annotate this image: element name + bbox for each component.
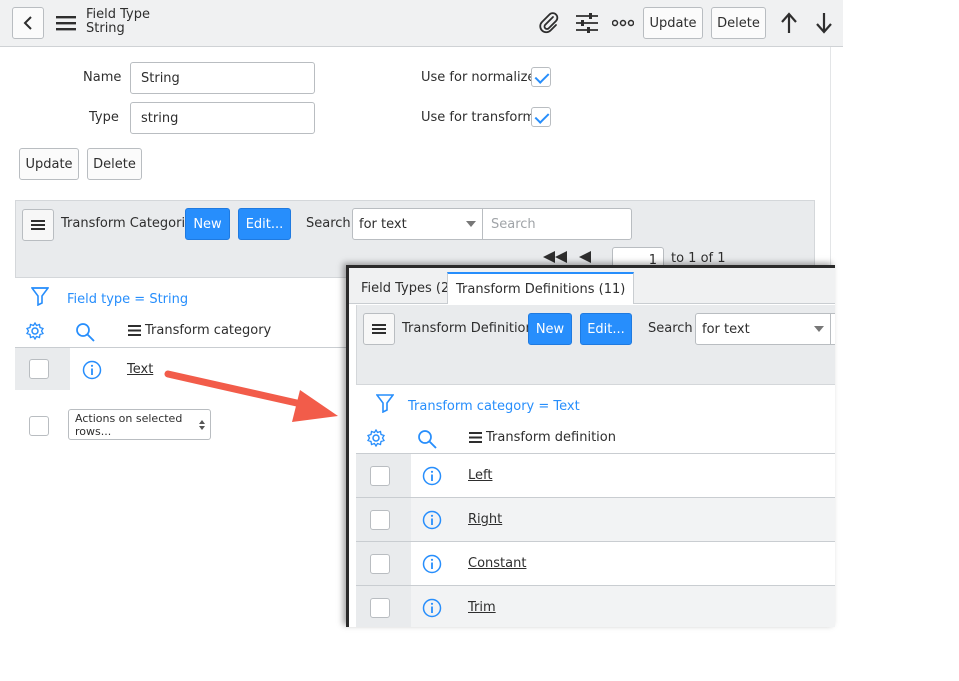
new-button[interactable]: New <box>185 208 230 240</box>
overlay-search-input[interactable] <box>830 313 835 345</box>
caret-down-icon <box>814 326 824 332</box>
table-row: Left <box>356 453 835 497</box>
name-label: Name <box>83 70 122 85</box>
form-delete-button[interactable]: Delete <box>87 148 142 180</box>
list-menu-icon <box>31 220 45 230</box>
info-icon[interactable] <box>81 359 103 381</box>
list-menu-icon <box>372 324 386 334</box>
overlay-new-button[interactable]: New <box>528 313 572 345</box>
form-header: Field Type String Update Delete <box>0 0 843 47</box>
info-icon[interactable] <box>421 597 443 619</box>
type-input[interactable]: string <box>130 102 315 134</box>
column-header-label: Transform category <box>145 323 272 338</box>
search-input[interactable]: Search <box>482 208 632 240</box>
row-link[interactable]: Left <box>468 468 492 483</box>
first-page-icon[interactable] <box>542 249 568 265</box>
page-total-label: to 1 of 1 <box>671 251 726 266</box>
edit-button[interactable]: Edit... <box>238 208 291 240</box>
overlay-list-title: Transform Definitions <box>402 321 541 336</box>
overlay-edit-button[interactable]: Edit... <box>580 313 632 345</box>
row-checkbox[interactable] <box>370 466 390 486</box>
tab-transform-definitions[interactable]: Transform Definitions (11) <box>447 272 635 304</box>
use-for-transform-checkbox[interactable] <box>531 107 551 127</box>
search-label: Search <box>306 216 351 231</box>
info-icon[interactable] <box>421 509 443 531</box>
header-update-button[interactable]: Update <box>643 7 703 39</box>
tab-field-types[interactable]: Field Types (2) <box>353 272 462 304</box>
column-menu-icon <box>469 432 482 443</box>
previous-page-icon[interactable] <box>578 249 592 265</box>
filter-icon[interactable] <box>30 285 50 307</box>
search-field-value: for text <box>359 216 407 232</box>
row-checkbox[interactable] <box>370 554 390 574</box>
overlay-filter-breadcrumb[interactable]: Transform category = Text <box>408 399 580 414</box>
row-link[interactable]: Right <box>468 512 502 527</box>
list-settings-gear-icon[interactable] <box>25 321 45 341</box>
row-link[interactable]: Trim <box>468 600 496 615</box>
select-all-checkbox[interactable] <box>29 416 49 436</box>
table-row: Constant <box>356 541 835 585</box>
transform-definitions-overlay: Field Types (2) Transform Definitions (1… <box>346 265 835 627</box>
use-for-transform-label: Use for transform <box>421 110 536 125</box>
overlay-search-field-value: for text <box>702 321 750 337</box>
chevron-left-icon <box>23 16 32 30</box>
settings-sliders-icon[interactable] <box>575 11 599 35</box>
use-for-normalize-checkbox[interactable] <box>531 67 551 87</box>
arrow-up-icon[interactable] <box>778 10 800 36</box>
search-field-select[interactable]: for text <box>352 208 483 240</box>
overlay-search-label: Search <box>648 321 693 336</box>
overlay-list-search-icon[interactable] <box>416 428 438 450</box>
overlay-list-toolbar: Transform Definitions New Edit... Search… <box>356 305 835 385</box>
header-subtitle: String <box>86 21 125 36</box>
table-row: Right <box>356 497 835 541</box>
back-button[interactable] <box>12 7 44 39</box>
info-icon[interactable] <box>421 465 443 487</box>
tab-bar: Field Types (2) Transform Definitions (1… <box>349 268 835 304</box>
attachment-icon[interactable] <box>538 11 560 35</box>
overlay-list-context-menu-button[interactable] <box>363 313 395 345</box>
type-label: Type <box>89 110 119 125</box>
annotation-arrow <box>164 370 338 422</box>
name-input[interactable]: String <box>130 62 315 94</box>
list-context-menu-button[interactable] <box>22 209 54 241</box>
table-row: Trim <box>356 585 835 627</box>
row-checkbox[interactable] <box>370 598 390 618</box>
form-update-button[interactable]: Update <box>19 148 79 180</box>
header-delete-button[interactable]: Delete <box>711 7 766 39</box>
row-link[interactable]: Constant <box>468 556 526 571</box>
column-header-transform-definition[interactable]: Transform definition <box>469 430 616 445</box>
column-header-transform-category[interactable]: Transform category <box>128 323 271 338</box>
column-menu-icon <box>128 325 141 336</box>
row-checkbox[interactable] <box>29 359 49 379</box>
filter-breadcrumb[interactable]: Field type = String <box>67 292 188 307</box>
list-search-icon[interactable] <box>74 321 96 343</box>
info-icon[interactable] <box>421 553 443 575</box>
more-options-icon[interactable] <box>612 14 634 32</box>
related-list-title: Transform Categories <box>61 216 200 231</box>
row-checkbox[interactable] <box>370 510 390 530</box>
row-link[interactable]: Text <box>127 362 153 377</box>
column-header-label: Transform definition <box>486 430 616 445</box>
caret-down-icon <box>466 221 476 227</box>
overlay-list-settings-gear-icon[interactable] <box>366 428 386 448</box>
menu-icon[interactable] <box>55 13 77 33</box>
arrow-down-icon[interactable] <box>813 10 835 36</box>
use-for-normalize-label: Use for normalize <box>421 70 536 85</box>
header-title: Field Type <box>86 7 150 22</box>
overlay-search-field-select[interactable]: for text <box>695 313 831 345</box>
overlay-filter-icon[interactable] <box>375 392 395 414</box>
